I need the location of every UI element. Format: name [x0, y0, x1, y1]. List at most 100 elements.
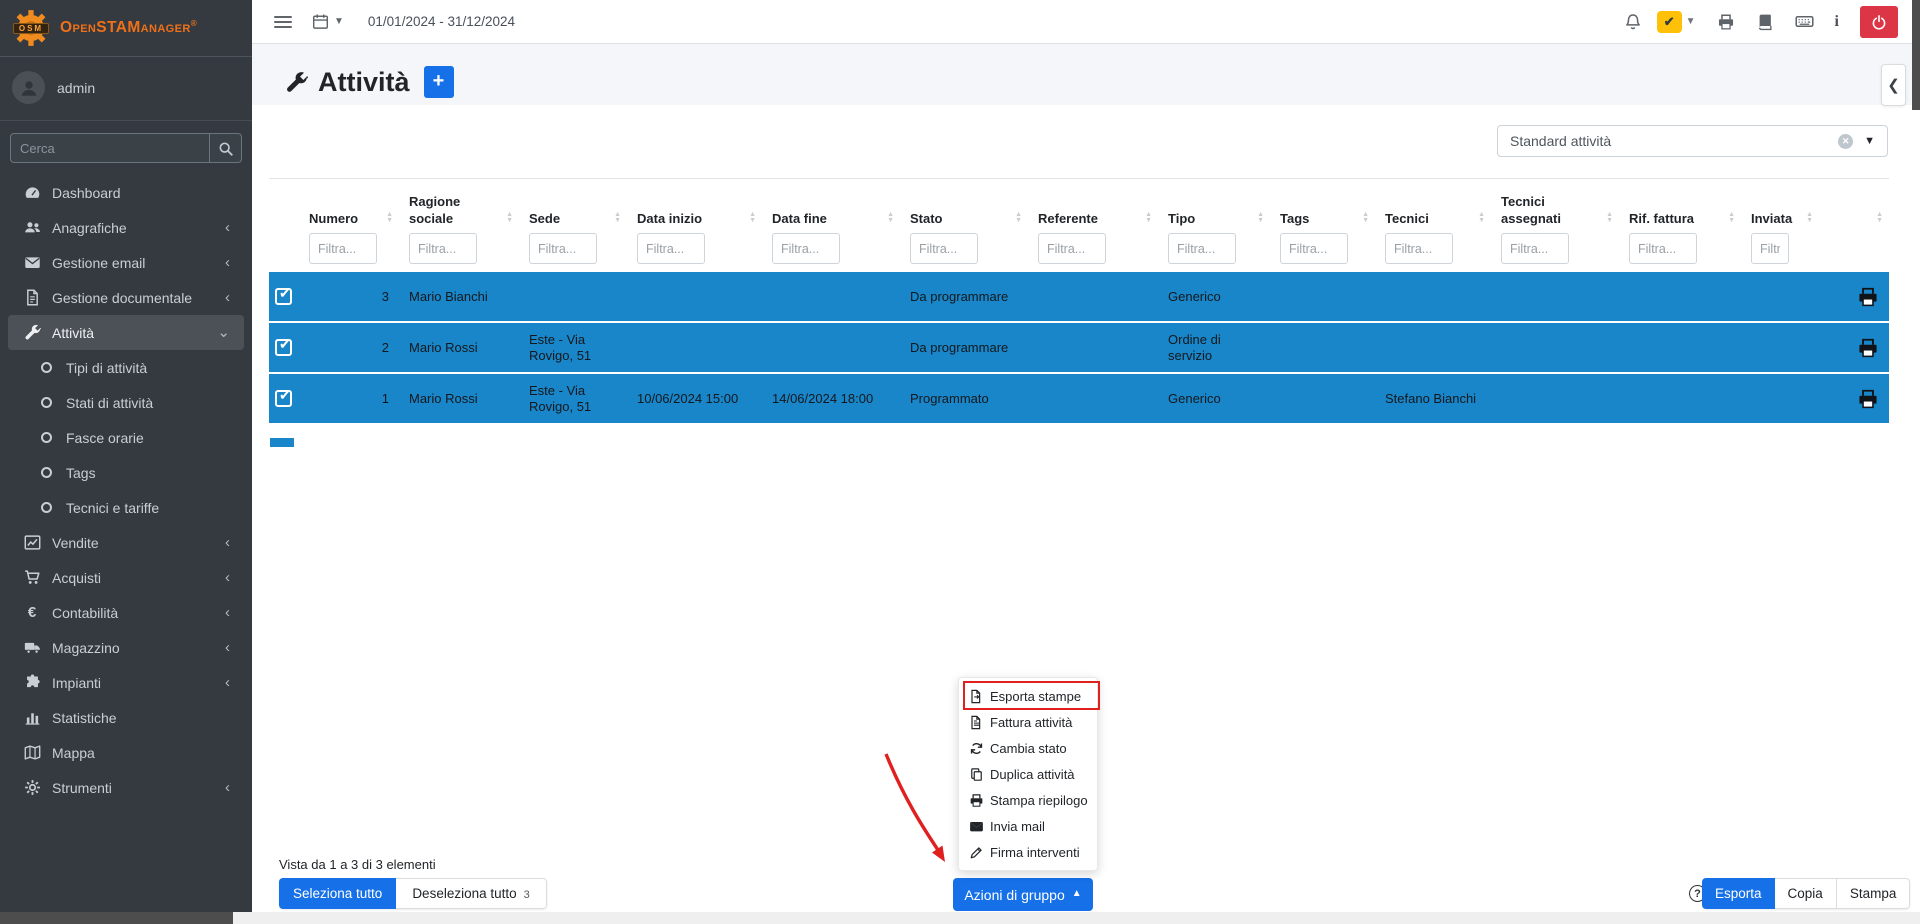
print-row-button[interactable]	[1857, 388, 1879, 410]
row-checkbox-checked[interactable]	[275, 390, 292, 407]
filter-input-ragione_sociale[interactable]	[409, 233, 477, 264]
column-header-inviata[interactable]: Inviata▲▼	[1741, 187, 1819, 264]
table-row[interactable]: 1Mario RossiEste - Via Rovigo, 5110/06/2…	[269, 372, 1889, 423]
sidebar-item-gestione-documentale[interactable]: Gestione documentale‹	[8, 280, 244, 315]
print-row-button[interactable]	[1857, 286, 1879, 308]
row-checkbox-checked[interactable]	[275, 288, 292, 305]
calendar-picker[interactable]: ▼	[312, 13, 344, 30]
filter-input-tipo[interactable]	[1168, 233, 1236, 264]
vertical-scrollbar[interactable]	[1912, 0, 1920, 110]
menu-item-firma-interventi[interactable]: Firma interventi	[959, 839, 1097, 865]
column-header-tags[interactable]: Tags▲▼	[1270, 187, 1375, 264]
sort-icon[interactable]: ▲▼	[1362, 212, 1369, 227]
column-header-tecnici_assegnati[interactable]: Tecnici assegnati▲▼	[1491, 187, 1619, 264]
sort-icon[interactable]: ▲▼	[749, 212, 756, 227]
filter-input-referente[interactable]	[1038, 233, 1106, 264]
filter-input-data_inizio[interactable]	[637, 233, 705, 264]
sidebar-item-anagrafiche[interactable]: Anagrafiche‹	[8, 210, 244, 245]
select-all-button[interactable]: Seleziona tutto	[279, 878, 396, 909]
menu-item-stampa-riepilogo[interactable]: Stampa riepilogo	[959, 787, 1097, 813]
sort-icon[interactable]: ▲▼	[1728, 212, 1735, 227]
column-header-stato[interactable]: Stato▲▼	[900, 187, 1028, 264]
menu-item-cambia-stato[interactable]: Cambia stato	[959, 735, 1097, 761]
hamburger-icon[interactable]	[274, 13, 292, 31]
plugin-select[interactable]: Standard attività ✕ ▼	[1497, 125, 1888, 157]
sidebar-item-strumenti[interactable]: Strumenti‹	[8, 770, 244, 805]
print-icon[interactable]	[1717, 13, 1735, 31]
filter-input-numero[interactable]	[309, 233, 377, 264]
horizontal-scrollbar[interactable]	[0, 912, 1920, 924]
filter-input-tecnici[interactable]	[1385, 233, 1453, 264]
deselect-all-button[interactable]: Deseleziona tutto 3	[396, 878, 546, 909]
group-actions-button[interactable]: Azioni di gruppo▲	[953, 878, 1093, 911]
row-checkbox-checked[interactable]	[275, 339, 292, 356]
todo-toggle[interactable]: ✔ ▼	[1657, 11, 1696, 33]
sidebar-item-contabilita[interactable]: €Contabilità‹	[8, 595, 244, 630]
sidebar-item-mappa[interactable]: Mappa	[8, 735, 244, 770]
sidebar-item-vendite[interactable]: Vendite‹	[8, 525, 244, 560]
filter-input-data_fine[interactable]	[772, 233, 840, 264]
power-button[interactable]	[1860, 6, 1898, 38]
sort-icon[interactable]: ▲▼	[506, 212, 513, 227]
sidebar-item-impianti[interactable]: Impianti‹	[8, 665, 244, 700]
sort-icon[interactable]: ▲▼	[386, 212, 393, 227]
user-name[interactable]: admin	[57, 80, 95, 96]
menu-item-duplica-attivita[interactable]: Duplica attività	[959, 761, 1097, 787]
sort-icon[interactable]: ▲▼	[1806, 212, 1813, 227]
add-activity-button[interactable]: +	[424, 66, 454, 98]
menu-item-fattura-attivita[interactable]: Fattura attività	[959, 709, 1097, 735]
sort-icon[interactable]: ▲▼	[887, 212, 894, 227]
column-header-numero[interactable]: Numero▲▼	[299, 187, 399, 264]
sidebar-item-tecnici-e-tariffe[interactable]: Tecnici e tariffe	[8, 490, 244, 525]
sidebar-item-magazzino[interactable]: Magazzino‹	[8, 630, 244, 665]
menu-item-esporta-stampe[interactable]: Esporta stampe	[959, 683, 1097, 709]
sidebar-item-fasce-orarie[interactable]: Fasce orarie	[8, 420, 244, 455]
column-header-tipo[interactable]: Tipo▲▼	[1158, 187, 1270, 264]
sidebar-item-gestione-email[interactable]: Gestione email‹	[8, 245, 244, 280]
sort-icon[interactable]: ▲▼	[1257, 212, 1264, 227]
sort-icon[interactable]: ▲▼	[1015, 212, 1022, 227]
print-button[interactable]: Stampa	[1837, 878, 1911, 909]
sidebar-item-attivita[interactable]: Attività⌄	[8, 315, 244, 350]
filter-input-tecnici_assegnati[interactable]	[1501, 233, 1569, 264]
menu-item-invia-mail[interactable]: Invia mail	[959, 813, 1097, 839]
print-row-button[interactable]	[1857, 337, 1879, 359]
sidebar-item-tags[interactable]: Tags	[8, 455, 244, 490]
column-header-ragione_sociale[interactable]: Ragione sociale▲▼	[399, 187, 519, 264]
search-input[interactable]	[10, 133, 209, 163]
clear-icon[interactable]: ✕	[1838, 134, 1853, 149]
filter-input-tags[interactable]	[1280, 233, 1348, 264]
sidebar-item-acquisti[interactable]: Acquisti‹	[8, 560, 244, 595]
sidebar-item-dashboard[interactable]: Dashboard	[8, 175, 244, 210]
bell-icon[interactable]	[1624, 13, 1642, 31]
sidebar-item-tipi-di-attivita[interactable]: Tipi di attività	[8, 350, 244, 385]
export-button[interactable]: Esporta	[1702, 878, 1775, 909]
column-header-print[interactable]: ▲▼	[1819, 187, 1889, 264]
column-header-sede[interactable]: Sede▲▼	[519, 187, 627, 264]
sort-icon[interactable]: ▲▼	[1478, 212, 1485, 227]
search-button[interactable]	[209, 133, 242, 163]
keyboard-icon[interactable]	[1795, 12, 1814, 31]
filter-input-sede[interactable]	[529, 233, 597, 264]
filter-input-rif_fattura[interactable]	[1629, 233, 1697, 264]
book-icon[interactable]	[1756, 13, 1774, 31]
sidebar-item-stati-di-attivita[interactable]: Stati di attività	[8, 385, 244, 420]
copy-button[interactable]: Copia	[1775, 878, 1837, 909]
sort-icon[interactable]: ▲▼	[1876, 212, 1883, 227]
sort-icon[interactable]: ▲▼	[1145, 212, 1152, 227]
sort-icon[interactable]: ▲▼	[1606, 212, 1613, 227]
column-header-referente[interactable]: Referente▲▼	[1028, 187, 1158, 264]
brand[interactable]: OSM OpenSTAManager®	[0, 0, 252, 57]
collapse-panel-button[interactable]: ❮	[1881, 64, 1906, 106]
filter-input-inviata[interactable]	[1751, 233, 1789, 264]
sidebar-item-statistiche[interactable]: Statistiche	[8, 700, 244, 735]
sort-icon[interactable]: ▲▼	[614, 212, 621, 227]
table-row[interactable]: 3Mario BianchiDa programmareGenerico	[269, 270, 1889, 321]
column-header-tecnici[interactable]: Tecnici▲▼	[1375, 187, 1491, 264]
info-icon[interactable]: i	[1835, 13, 1839, 31]
filter-input-stato[interactable]	[910, 233, 978, 264]
column-header-rif_fattura[interactable]: Rif. fattura▲▼	[1619, 187, 1741, 264]
column-header-data_fine[interactable]: Data fine▲▼	[762, 187, 900, 264]
column-header-data_inizio[interactable]: Data inizio▲▼	[627, 187, 762, 264]
table-row[interactable]: 2Mario RossiEste - Via Rovigo, 51Da prog…	[269, 321, 1889, 372]
